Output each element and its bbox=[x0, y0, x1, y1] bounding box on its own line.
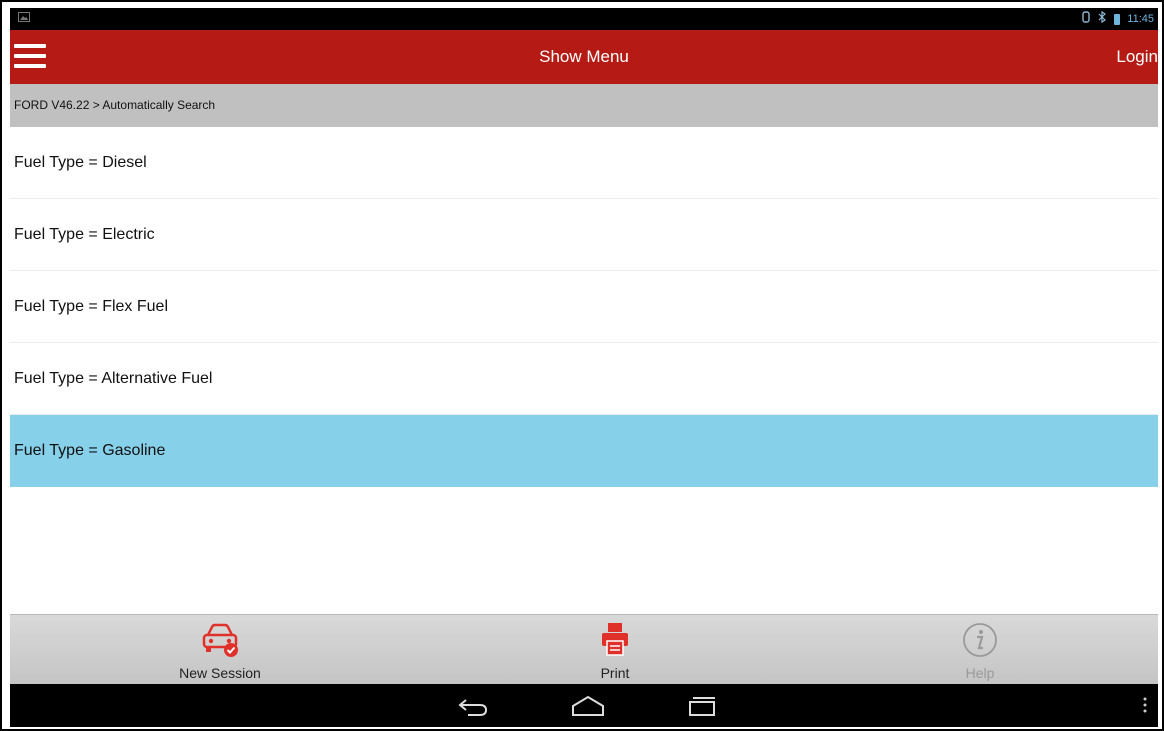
recent-apps-icon[interactable] bbox=[685, 694, 719, 723]
help-button[interactable]: Help bbox=[880, 615, 1080, 685]
battery-icon bbox=[1114, 13, 1121, 25]
system-nav-bar bbox=[10, 684, 1158, 727]
list-item-flex-fuel[interactable]: Fuel Type = Flex Fuel bbox=[10, 271, 1158, 343]
list-item-electric[interactable]: Fuel Type = Electric bbox=[10, 199, 1158, 271]
list-item-diesel[interactable]: Fuel Type = Diesel bbox=[10, 127, 1158, 199]
screenshot-frame: 11:45 Show Menu Login FORD V46.22 > Auto… bbox=[0, 0, 1164, 731]
help-label: Help bbox=[965, 665, 995, 681]
login-button[interactable]: Login bbox=[1116, 47, 1158, 67]
new-session-label: New Session bbox=[179, 665, 261, 681]
print-button[interactable]: Print bbox=[515, 615, 715, 685]
print-label: Print bbox=[600, 665, 630, 681]
bottom-toolbar: New Session Print Help bbox=[10, 614, 1158, 685]
info-icon bbox=[961, 621, 999, 664]
bluetooth-icon bbox=[1098, 10, 1107, 27]
action-bar: Show Menu Login bbox=[10, 30, 1158, 84]
photo-icon bbox=[18, 12, 30, 25]
page-title: Show Menu bbox=[539, 47, 629, 66]
back-icon[interactable] bbox=[456, 694, 490, 723]
breadcrumb: FORD V46.22 > Automatically Search bbox=[10, 84, 1158, 127]
overflow-menu-icon[interactable] bbox=[1142, 696, 1148, 719]
status-time: 11:45 bbox=[1127, 13, 1154, 25]
list-item-alternative-fuel[interactable]: Fuel Type = Alternative Fuel bbox=[10, 343, 1158, 415]
list-item-gasoline[interactable]: Fuel Type = Gasoline bbox=[10, 415, 1158, 487]
printer-icon bbox=[598, 621, 632, 664]
fuel-type-list: Fuel Type = Diesel Fuel Type = Electric … bbox=[10, 127, 1158, 487]
home-icon[interactable] bbox=[570, 694, 606, 723]
status-icons: 11:45 bbox=[1081, 10, 1154, 27]
device-screen: 11:45 Show Menu Login FORD V46.22 > Auto… bbox=[10, 8, 1158, 727]
new-session-button[interactable]: New Session bbox=[120, 615, 320, 685]
car-check-icon bbox=[200, 621, 240, 664]
status-bar: 11:45 bbox=[10, 8, 1158, 30]
settings-icon bbox=[1081, 11, 1091, 27]
